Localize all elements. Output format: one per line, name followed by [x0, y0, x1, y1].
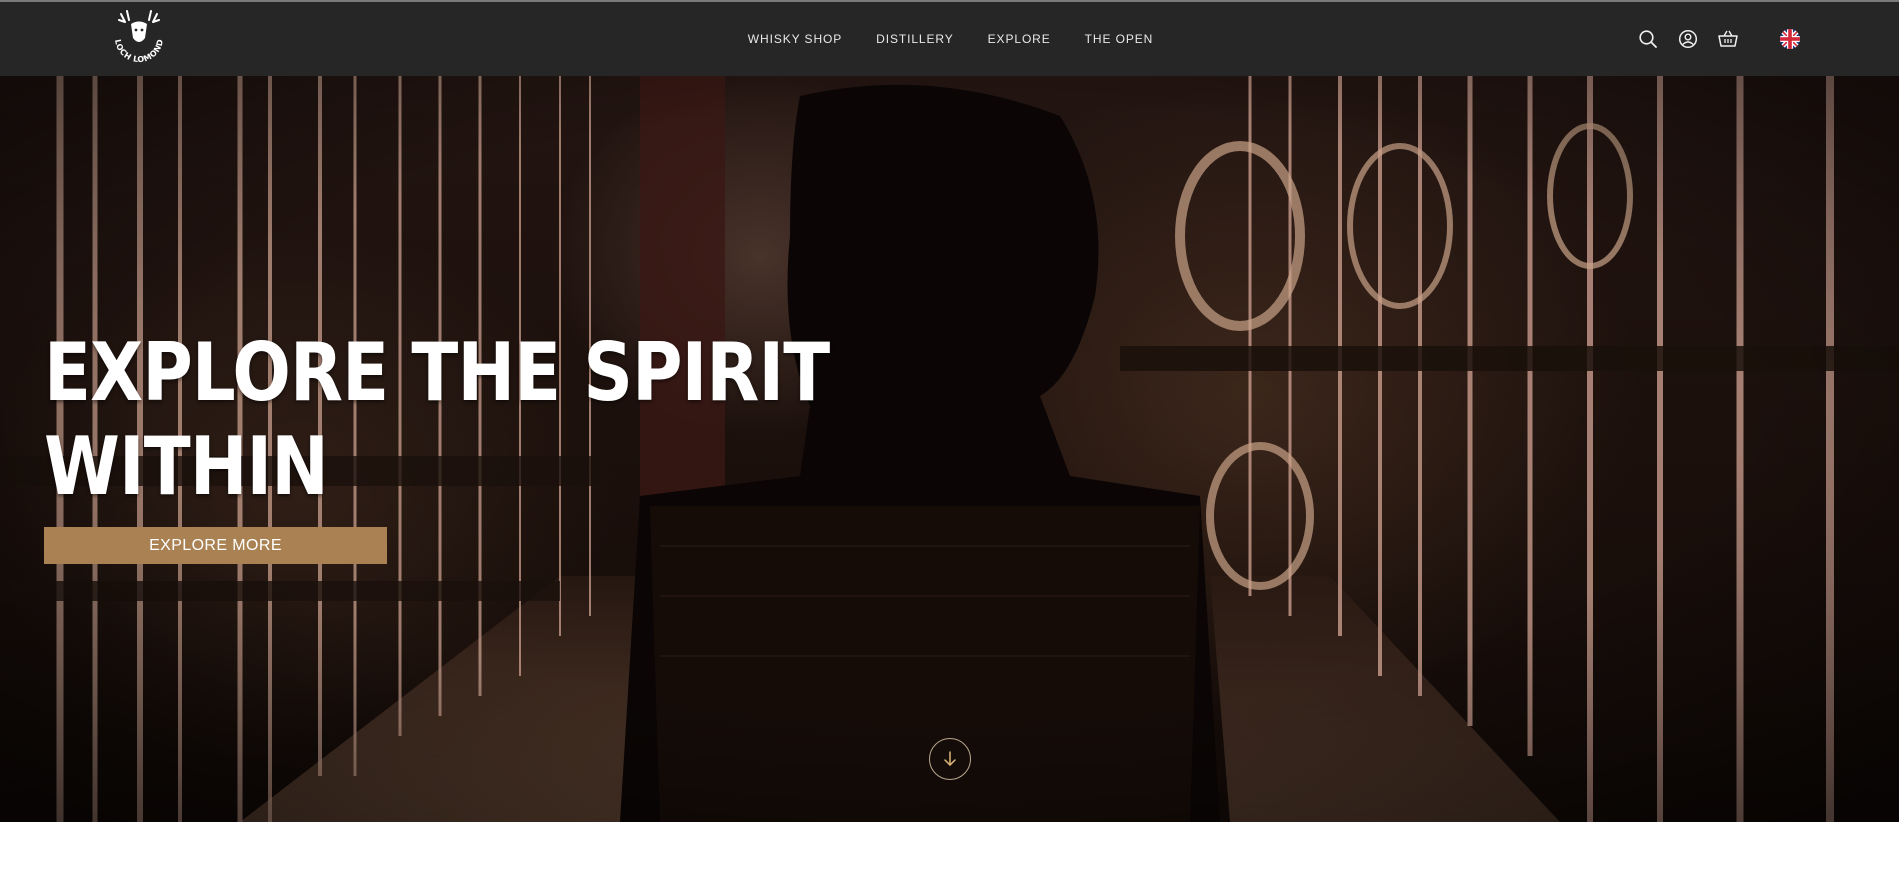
hero-banner: EXPLORE THE SPIRIT WITHIN EXPLORE MORE	[0, 76, 1899, 822]
brand-logo[interactable]: LOCH LOMOND WHISKIES	[103, 8, 175, 74]
account-icon[interactable]	[1677, 28, 1699, 50]
stag-logo-icon: LOCH LOMOND WHISKIES	[103, 8, 165, 64]
nav-item-whisky-shop[interactable]: WHISKY SHOP	[731, 2, 859, 76]
hero-title: EXPLORE THE SPIRIT WITHIN	[44, 326, 830, 514]
scroll-down-button[interactable]	[929, 738, 971, 780]
search-icon[interactable]	[1637, 28, 1659, 50]
main-nav: WHISKY SHOP DISTILLERY EXPLORE THE OPEN	[0, 2, 1899, 76]
site-header: LOCH LOMOND WHISKIES WHISKY SHOP DISTILL…	[0, 2, 1899, 76]
hero-title-line-1: EXPLORE THE SPIRIT	[44, 326, 830, 419]
explore-more-button[interactable]: EXPLORE MORE	[44, 527, 387, 564]
nav-item-the-open[interactable]: THE OPEN	[1068, 2, 1171, 76]
nav-item-explore[interactable]: EXPLORE	[971, 2, 1068, 76]
uk-flag-icon[interactable]	[1779, 28, 1801, 50]
header-actions	[1637, 2, 1801, 76]
arrow-down-icon	[944, 751, 956, 766]
nav-item-distillery[interactable]: DISTILLERY	[859, 2, 970, 76]
basket-icon[interactable]	[1717, 28, 1739, 50]
hero-title-line-2: WITHIN	[44, 420, 329, 513]
